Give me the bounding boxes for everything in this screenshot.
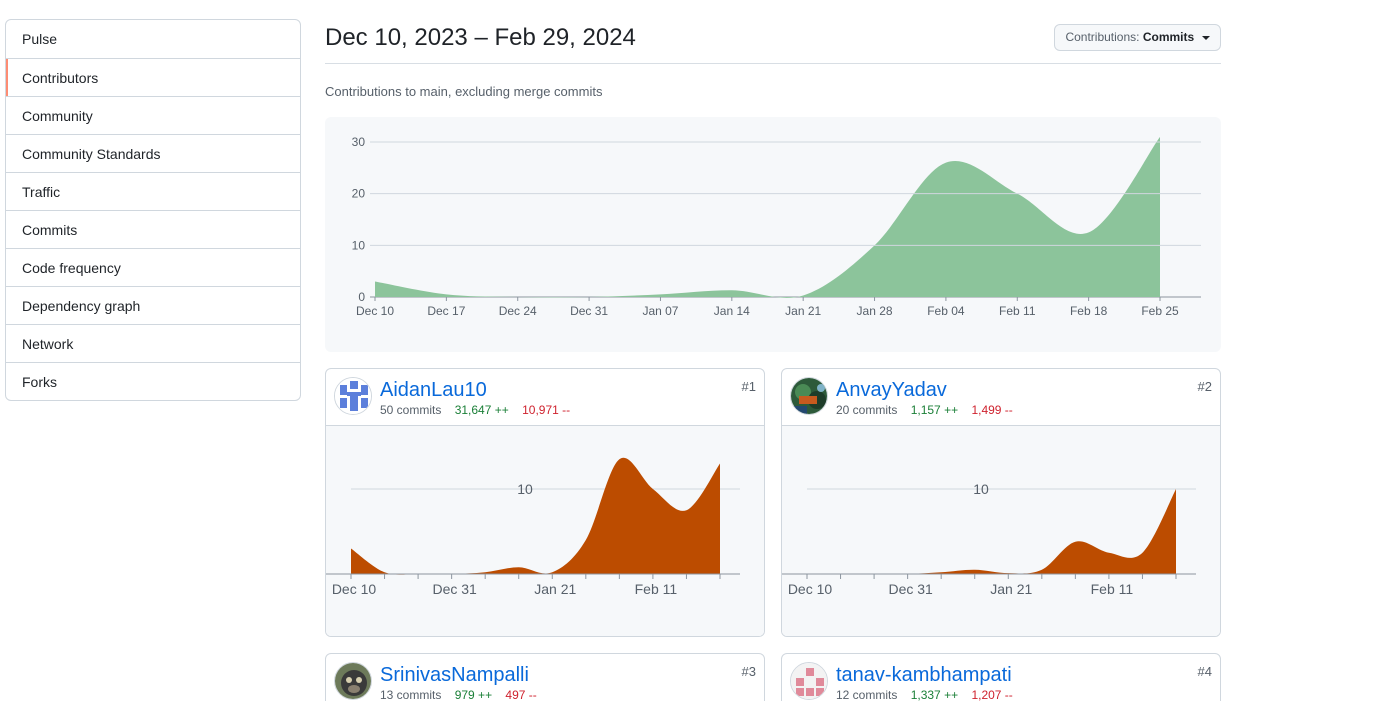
- identicon-pink-icon[interactable]: [790, 662, 828, 700]
- additions-count: 1,157 ++: [910, 403, 959, 417]
- x-tick-label: Feb 04: [927, 304, 965, 318]
- x-tick-label: Jan 14: [714, 304, 750, 318]
- deletions-count: 1,499 --: [971, 403, 1013, 417]
- page-title: Dec 10, 2023 – Feb 29, 2024: [325, 24, 636, 51]
- x-tick-label: Dec 17: [427, 304, 465, 318]
- y-tick-label: 0: [358, 290, 365, 304]
- contributor-card-header: SrinivasNampalli 13 commits 979 ++ 497 -…: [326, 654, 764, 701]
- x-tick-label: Dec 31: [570, 304, 608, 318]
- y-tick-label: 10: [517, 481, 533, 497]
- header-divider: [325, 63, 1221, 64]
- identicon-blue-icon[interactable]: [334, 377, 372, 415]
- x-tick-label: Feb 11: [1091, 581, 1134, 597]
- sidebar-item-forks[interactable]: Forks: [6, 362, 300, 400]
- contributor-card: AnvayYadav 20 commits 1,157 ++ 1,499 -- …: [781, 368, 1221, 637]
- x-tick-label: Jan 07: [642, 304, 678, 318]
- deletions-count: 497 --: [505, 688, 537, 701]
- contributor-chart-svg: 10 Dec 10 Dec 31 Jan 21 Feb 11: [782, 481, 1196, 597]
- contributor-card: tanav-kambhampati 12 commits 1,337 ++ 1,…: [781, 653, 1221, 701]
- deletions-count: 1,207 --: [971, 688, 1013, 701]
- y-tick-label: 10: [973, 481, 989, 497]
- sidebar-item-code-frequency[interactable]: Code frequency: [6, 248, 300, 286]
- contributor-stats: 12 commits 1,337 ++ 1,207 --: [836, 688, 1013, 701]
- sidebar-item-pulse[interactable]: Pulse: [6, 20, 300, 58]
- x-tick-label: Jan 21: [534, 581, 576, 597]
- x-tick-label: Dec 31: [888, 581, 933, 597]
- additions-count: 979 ++: [454, 688, 493, 701]
- y-tick-label: 10: [352, 238, 366, 252]
- x-tick-label: Dec 31: [432, 581, 477, 597]
- contributor-stats: 50 commits 31,647 ++ 10,971 --: [380, 403, 570, 417]
- additions-count: 31,647 ++: [454, 403, 509, 417]
- commits-area-series: [375, 136, 1160, 298]
- x-tick-label: Feb 25: [1141, 304, 1179, 318]
- contributor-rank: #2: [1197, 379, 1212, 394]
- sidebar-item-network[interactable]: Network: [6, 324, 300, 362]
- x-tick-label: Dec 10: [332, 581, 377, 597]
- insights-sidebar: Pulse Contributors Community Community S…: [5, 19, 301, 401]
- contributions-label: Contributions:: [1065, 30, 1140, 44]
- commit-count[interactable]: 13 commits: [380, 688, 441, 701]
- sidebar-item-contributors[interactable]: Contributors: [6, 58, 300, 96]
- sidebar-item-community-standards[interactable]: Community Standards: [6, 134, 300, 172]
- contributor-chart: 10 Dec 10 Dec 31 Jan 21 Feb 11: [782, 426, 1220, 636]
- photo-avatar-icon[interactable]: [334, 662, 372, 700]
- sidebar-item-traffic[interactable]: Traffic: [6, 172, 300, 210]
- contributor-name-link[interactable]: tanav-kambhampati: [836, 664, 1012, 687]
- contributions-type-dropdown[interactable]: Contributions: Commits: [1054, 24, 1221, 51]
- contributor-card-header: tanav-kambhampati 12 commits 1,337 ++ 1,…: [782, 654, 1220, 701]
- y-tick-label: 20: [352, 187, 366, 201]
- chart-subtitle: Contributions to main, excluding merge c…: [325, 84, 603, 99]
- contributor-area-series: [807, 489, 1176, 575]
- photo-avatar-icon[interactable]: [790, 377, 828, 415]
- contributor-card-header: AidanLau10 50 commits 31,647 ++ 10,971 -…: [326, 369, 764, 426]
- contributor-name-link[interactable]: AidanLau10: [380, 379, 487, 402]
- x-tick-label: Jan 21: [785, 304, 821, 318]
- x-tick-label: Dec 10: [356, 304, 394, 318]
- y-tick-label: 30: [352, 135, 366, 149]
- contributor-chart: 10 Dec 10 Dec 31 Jan 21 Feb 11: [326, 426, 764, 636]
- main-chart-svg: 0 10 20 30 Dec 10 Dec 17 Dec 24 Dec 31 Jan 07 Jan…: [352, 135, 1201, 318]
- x-tick-label: Feb 11: [999, 304, 1036, 318]
- contributor-stats: 20 commits 1,157 ++ 1,499 --: [836, 403, 1013, 417]
- contributor-name-link[interactable]: SrinivasNampalli: [380, 664, 529, 687]
- x-tick-label: Dec 24: [499, 304, 537, 318]
- additions-count: 1,337 ++: [910, 688, 959, 701]
- main-contributions-chart: 0 10 20 30 Dec 10 Dec 17 Dec 24 Dec 31 Jan 07 Jan…: [325, 117, 1221, 352]
- contributor-rank: #3: [741, 664, 756, 679]
- x-tick-label: Feb 11: [635, 581, 678, 597]
- x-tick-label: Feb 18: [1070, 304, 1108, 318]
- contributor-card: SrinivasNampalli 13 commits 979 ++ 497 -…: [325, 653, 765, 701]
- contributor-rank: #1: [741, 379, 756, 394]
- contributor-stats: 13 commits 979 ++ 497 --: [380, 688, 537, 701]
- contributor-card: AidanLau10 50 commits 31,647 ++ 10,971 -…: [325, 368, 765, 637]
- x-tick-label: Jan 21: [990, 581, 1032, 597]
- x-tick-label: Dec 10: [788, 581, 833, 597]
- contributions-value: Commits: [1142, 30, 1195, 44]
- contributor-card-header: AnvayYadav 20 commits 1,157 ++ 1,499 -- …: [782, 369, 1220, 426]
- caret-down-icon: [1201, 35, 1210, 40]
- deletions-count: 10,971 --: [522, 403, 571, 417]
- sidebar-item-community[interactable]: Community: [6, 96, 300, 134]
- contributor-rank: #4: [1197, 664, 1212, 679]
- commit-count[interactable]: 12 commits: [836, 688, 897, 701]
- contributor-area-series: [351, 457, 720, 575]
- commit-count[interactable]: 50 commits: [380, 403, 441, 417]
- contributor-chart-svg: 10 Dec 10 Dec 31 Jan 21 Feb 11: [326, 457, 740, 597]
- sidebar-item-dependency-graph[interactable]: Dependency graph: [6, 286, 300, 324]
- sidebar-item-commits[interactable]: Commits: [6, 210, 300, 248]
- x-tick-label: Jan 28: [857, 304, 893, 318]
- commit-count[interactable]: 20 commits: [836, 403, 897, 417]
- contributor-name-link[interactable]: AnvayYadav: [836, 379, 947, 402]
